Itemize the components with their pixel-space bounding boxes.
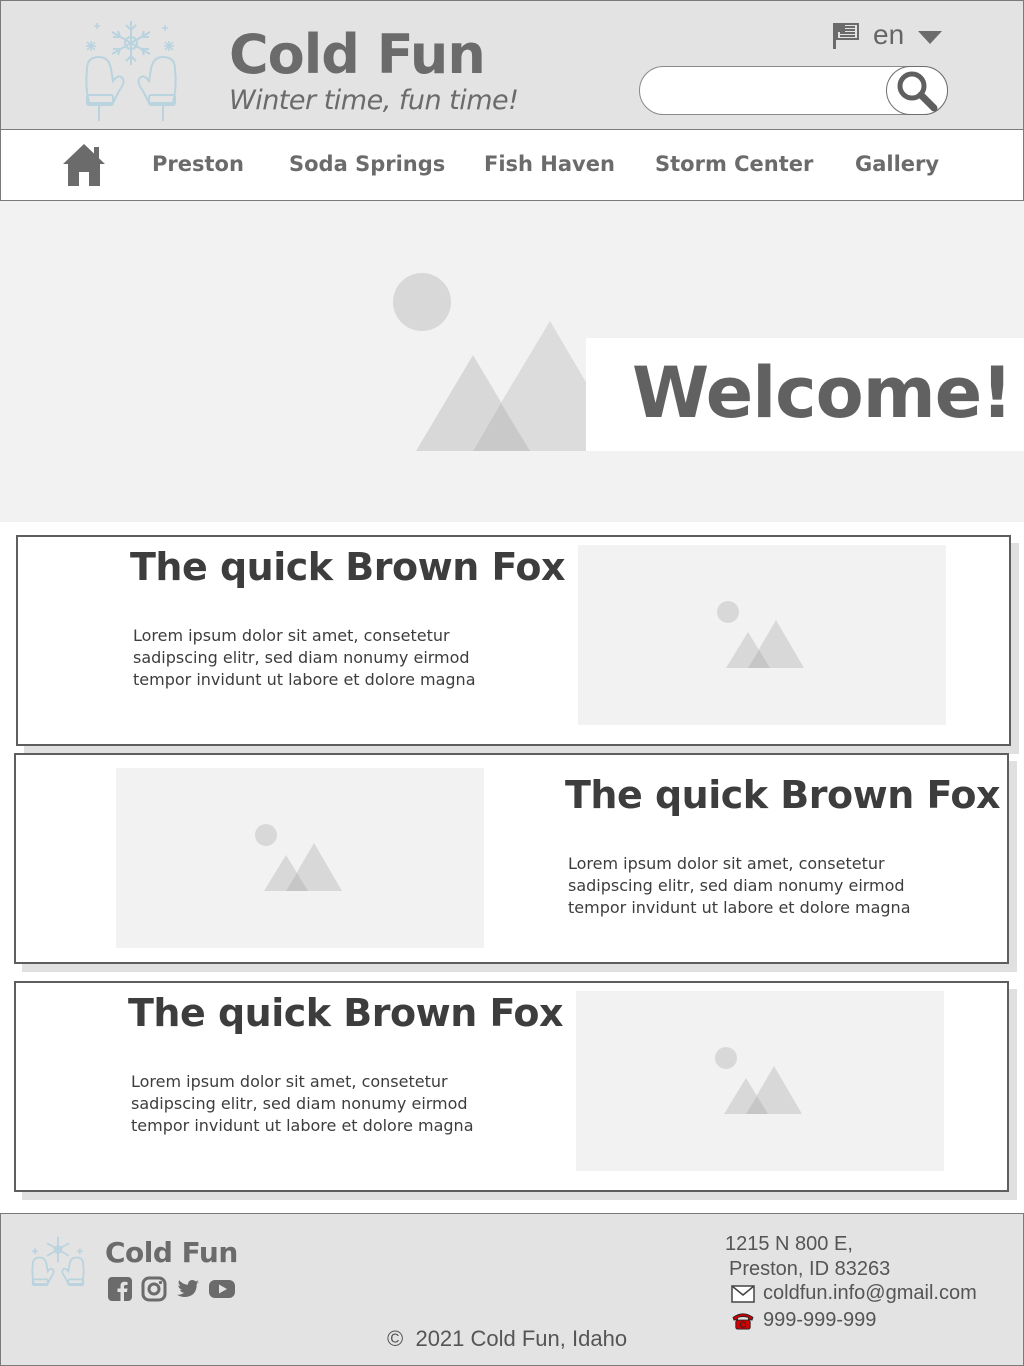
language-selector[interactable]: en: [831, 17, 943, 53]
feature-card: The quick Brown Fox Lorem ipsum dolor si…: [16, 535, 1011, 746]
site-title[interactable]: Cold Fun: [229, 23, 486, 86]
card-title: The quick Brown Fox: [565, 773, 1001, 817]
search-button[interactable]: [886, 66, 948, 115]
card-image: [576, 991, 944, 1171]
card-title: The quick Brown Fox: [130, 545, 566, 589]
nav-item-fish-haven[interactable]: Fish Haven: [484, 152, 615, 176]
card-title: The quick Brown Fox: [128, 991, 564, 1035]
social-links: [107, 1276, 235, 1302]
image-placeholder-icon: [393, 273, 590, 451]
nav-item-gallery[interactable]: Gallery: [855, 152, 939, 176]
youtube-icon[interactable]: [209, 1276, 235, 1302]
nav-item-preston[interactable]: Preston: [152, 152, 244, 176]
facebook-icon[interactable]: [107, 1276, 133, 1302]
home-icon[interactable]: [61, 142, 107, 188]
chevron-down-icon: [918, 30, 943, 44]
card-text: Lorem ipsum dolor sit amet, consetetur s…: [133, 626, 476, 689]
site-footer: Cold Fun 1215 N 800 E, Preston, ID 83263…: [0, 1213, 1024, 1366]
address-line: Preston, ID 83263: [729, 1258, 891, 1280]
language-code: en: [873, 19, 905, 50]
search-icon: [897, 71, 938, 111]
footer-phone[interactable]: 999-999-999: [731, 1309, 876, 1332]
welcome-box: Welcome!: [586, 338, 1024, 451]
search-input[interactable]: [656, 75, 876, 106]
image-placeholder-icon: [715, 1047, 802, 1114]
card-image: [578, 545, 946, 725]
address-line: 1215 N 800 E,: [725, 1233, 853, 1255]
hero-banner: Welcome!: [0, 201, 1024, 522]
footer-email[interactable]: coldfun.info@gmail.com: [731, 1282, 977, 1305]
feature-card: The quick Brown Fox Lorem ipsum dolor si…: [14, 981, 1009, 1192]
nav-item-storm-center[interactable]: Storm Center: [655, 152, 813, 176]
footer-address: 1215 N 800 E, Preston, ID 83263: [725, 1232, 890, 1282]
nav-item-soda-springs[interactable]: Soda Springs: [289, 152, 445, 176]
card-text: Lorem ipsum dolor sit amet, consetetur s…: [131, 1072, 474, 1135]
phone-text: 999-999-999: [763, 1309, 877, 1331]
twitter-icon[interactable]: [175, 1276, 201, 1302]
main-nav: Preston Soda Springs Fish Haven Storm Ce…: [0, 130, 1024, 201]
footer-brand: Cold Fun: [105, 1236, 238, 1269]
copyright-icon: ©: [387, 1326, 404, 1351]
hero-heading: Welcome!: [632, 352, 1013, 434]
telephone-icon: [732, 1312, 754, 1330]
search-box: [639, 66, 948, 115]
site-header: Cold Fun Winter time, fun time! en: [0, 0, 1024, 130]
feature-card: The quick Brown Fox Lorem ipsum dolor si…: [14, 753, 1009, 964]
logo-mittens-snowflake-icon: [31, 1236, 85, 1286]
copyright: © 2021 Cold Fun, Idaho: [387, 1326, 627, 1352]
email-text: coldfun.info@gmail.com: [763, 1282, 977, 1304]
instagram-icon[interactable]: [141, 1276, 167, 1302]
image-placeholder-icon: [255, 824, 342, 891]
site-tagline: Winter time, fun time!: [229, 85, 519, 116]
image-placeholder-icon: [717, 601, 804, 668]
card-image: [116, 768, 484, 948]
envelope-icon: [731, 1284, 755, 1303]
logo-mittens-snowflake-icon: [85, 21, 177, 121]
copyright-text: 2021 Cold Fun, Idaho: [415, 1326, 628, 1351]
card-text: Lorem ipsum dolor sit amet, consetetur s…: [568, 854, 911, 917]
flag-icon: [833, 23, 859, 49]
